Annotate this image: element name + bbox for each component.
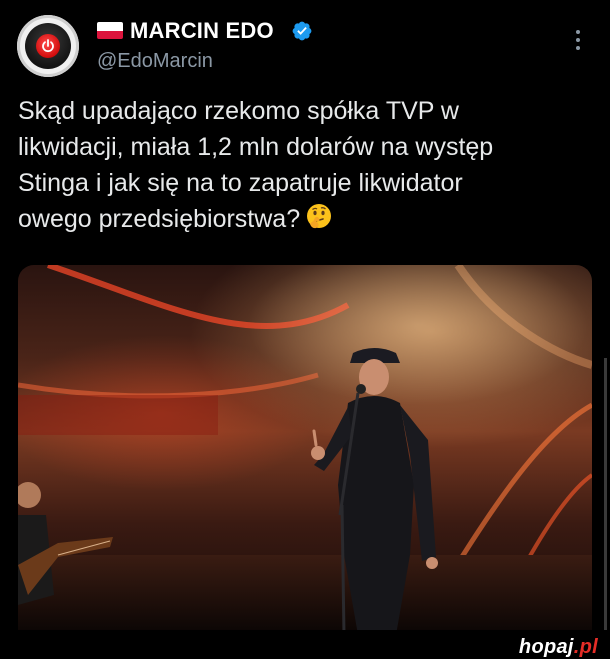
more-options-icon[interactable] xyxy=(573,30,583,54)
poland-flag-icon xyxy=(97,22,123,39)
power-button-icon xyxy=(36,34,60,58)
author-name[interactable]: MARCIN EDO xyxy=(130,18,274,44)
hopaj-brand: hopaj xyxy=(518,636,574,658)
concert-scene xyxy=(18,265,592,635)
scrollbar[interactable] xyxy=(604,358,607,630)
thinking-face-icon xyxy=(307,204,332,229)
hopaj-tld: .pl xyxy=(573,636,598,658)
concert-photo[interactable] xyxy=(18,265,592,635)
verified-badge-icon xyxy=(292,21,312,41)
tweet-card: MARCIN EDO @EdoMarcin Skąd upadająco rze… xyxy=(0,0,610,635)
tweet-text: Skąd upadająco rzekomo spółka TVP w likw… xyxy=(18,93,593,237)
avatar-frame xyxy=(25,23,71,69)
author-handle[interactable]: @EdoMarcin xyxy=(97,50,213,73)
avatar[interactable] xyxy=(17,15,79,77)
tweet-body: Skąd upadająco rzekomo spółka TVP w likw… xyxy=(18,97,494,233)
hopaj-watermark: hopaj.pl xyxy=(519,636,598,659)
